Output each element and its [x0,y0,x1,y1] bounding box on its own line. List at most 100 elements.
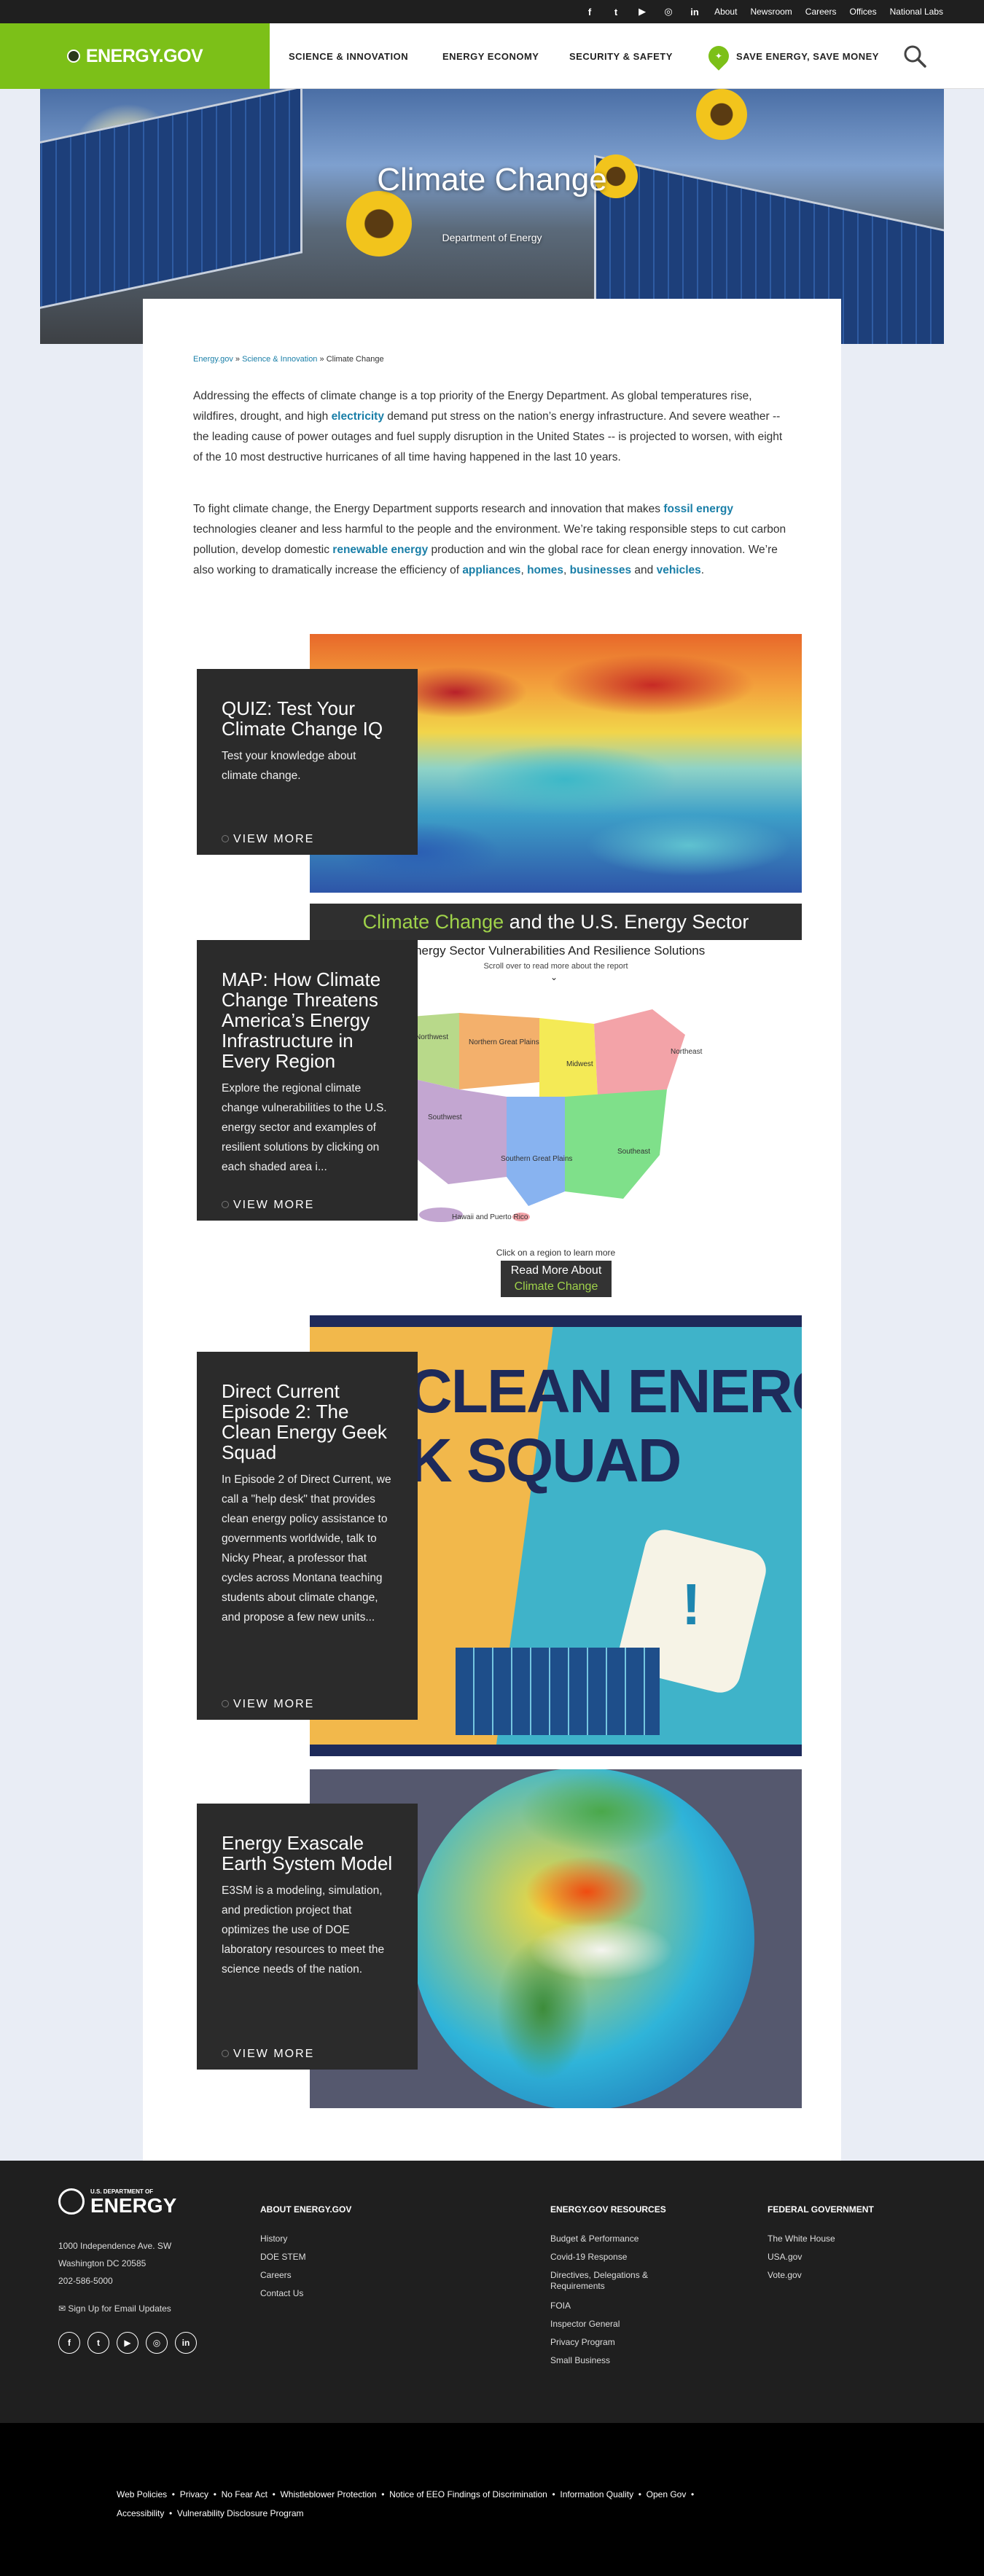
graphic-headline: K SQUAD [408,1426,682,1495]
intro-text: To fight climate change, the Energy Depa… [193,503,664,515]
nav-save-energy-label: SAVE ENERGY, SAVE MONEY [736,50,879,62]
utility-link-about[interactable]: About [714,7,737,17]
footer-link[interactable]: Covid-19 Response [550,2252,627,2262]
doe-seal-icon [58,2188,85,2215]
view-more-link[interactable]: VIEW MORE [222,2048,314,2061]
link-businesses[interactable]: businesses [570,564,631,576]
footer-linkedin-icon[interactable]: in [175,2332,197,2354]
utility-link-newsroom[interactable]: Newsroom [750,7,792,17]
legal-link[interactable]: Privacy [180,2489,208,2499]
nav-save-energy[interactable]: ✦ SAVE ENERGY, SAVE MONEY [704,23,879,89]
region-label: Southern Great Plains [501,1155,573,1163]
circle-icon [222,835,229,842]
breadcrumb-section[interactable]: Science & Innovation [242,355,317,364]
feature-title: Direct Current Episode 2: The Clean Ener… [222,1380,387,1463]
feature-title: QUIZ: Test Your Climate Change IQ [222,697,383,740]
footer-link[interactable]: Privacy Program [550,2337,615,2347]
instagram-icon[interactable]: ◎ [662,5,675,18]
feature-card-e3sm[interactable]: Energy Exascale Earth System Model E3SM … [197,1804,418,2070]
footer-heading: ABOUT ENERGY.GOV [260,2204,352,2215]
chevron-down-icon: ⌄ [550,972,558,982]
footer-heading: ENERGY.GOV RESOURCES [550,2204,666,2215]
intro-paragraph-1: Addressing the effects of climate change… [193,386,791,468]
footer-youtube-icon[interactable]: ▶ [117,2332,138,2354]
legal-link[interactable]: Web Policies [117,2489,167,2499]
footer-twitter-icon[interactable]: t [87,2332,109,2354]
footer-link[interactable]: USA.gov [768,2252,802,2262]
map-banner-text: and the U.S. Energy Sector [504,911,749,933]
view-more-link[interactable]: VIEW MORE [222,1698,314,1711]
search-icon[interactable] [902,44,927,68]
footer-link[interactable]: Requirements [550,2281,605,2291]
nav-security-safety[interactable]: SECURITY & SAFETY [569,23,673,89]
nav-energy-economy[interactable]: ENERGY ECONOMY [442,23,539,89]
legal-link[interactable]: Information Quality [560,2489,633,2499]
legal-link[interactable]: Accessibility [117,2508,164,2518]
region-southern-great-plains [507,1097,565,1206]
footer-logo-big: ENERGY [90,2194,177,2217]
footer-link[interactable]: History [260,2234,287,2244]
facebook-icon[interactable]: f [583,5,596,18]
footer-link[interactable]: Careers [260,2270,292,2280]
linkedin-icon[interactable]: in [688,5,701,18]
link-fossil-energy[interactable]: fossil energy [663,503,733,515]
view-more-link[interactable]: VIEW MORE [222,1199,314,1212]
footer-link[interactable]: The White House [768,2234,835,2244]
site-footer: U.S. DEPARTMENT OF ENERGY 1000 Independe… [0,2161,984,2423]
page-subtitle: Department of Energy [442,232,542,243]
utility-link-careers[interactable]: Careers [805,7,837,17]
footer-link[interactable]: Inspector General [550,2319,620,2329]
link-homes[interactable]: homes [527,564,563,576]
globe-graphic [412,1769,754,2108]
feature-title: MAP: How Climate Change Threatens Americ… [222,968,381,1072]
legal-link[interactable]: Whistleblower Protection [280,2489,376,2499]
sunflower-image [696,89,747,140]
nav-science-innovation[interactable]: SCIENCE & INNOVATION [289,23,408,89]
twitter-icon[interactable]: t [609,5,622,18]
site-logo[interactable]: ENERGY.GOV [0,23,270,89]
link-vehicles[interactable]: vehicles [657,564,701,576]
feature-card-map[interactable]: MAP: How Climate Change Threatens Americ… [197,940,418,1221]
footer-link[interactable]: Contact Us [260,2288,303,2298]
page-title: Climate Change [377,162,607,197]
footer-link[interactable]: Directives, Delegations & [550,2270,648,2280]
footer-phone: 202-586-5000 [58,2276,113,2286]
youtube-icon[interactable]: ▶ [636,5,649,18]
link-appliances[interactable]: appliances [462,564,520,576]
region-northwest [412,1013,459,1089]
legal-link[interactable]: Vulnerability Disclosure Program [177,2508,304,2518]
view-more-label: VIEW MORE [233,1199,315,1211]
legal-link[interactable]: Notice of EEO Findings of Discrimination [389,2489,547,2499]
footer-link[interactable]: Budget & Performance [550,2234,639,2244]
breadcrumb-home[interactable]: Energy.gov [193,355,233,364]
feature-title: Energy Exascale Earth System Model [222,1832,393,1874]
us-region-map[interactable] [412,1009,733,1235]
legal-link[interactable]: No Fear Act [222,2489,268,2499]
intro-text: . [700,564,705,576]
circle-icon [222,1700,229,1707]
breadcrumb-separator: » [235,355,241,364]
email-signup-link[interactable]: ✉ Sign Up for Email Updates [58,2303,171,2314]
view-more-link[interactable]: VIEW MORE [222,833,314,846]
link-renewable-energy[interactable]: renewable energy [332,544,428,556]
legal-link[interactable]: Open Gov [647,2489,687,2499]
logo-text: ENERGY.GOV [85,45,203,66]
button-line: Read More About [510,1264,602,1277]
view-more-label: VIEW MORE [233,2048,315,2060]
footer-link[interactable]: Vote.gov [768,2270,802,2280]
footer-facebook-icon[interactable]: f [58,2332,80,2354]
solar-grid-graphic [456,1648,660,1735]
utility-link-national-labs[interactable]: National Labs [890,7,943,17]
feature-card-direct-current[interactable]: Direct Current Episode 2: The Clean Ener… [197,1352,418,1720]
footer-link[interactable]: FOIA [550,2301,571,2311]
link-electricity[interactable]: electricity [332,410,384,423]
read-more-climate-button[interactable]: Read More About Climate Change [501,1261,612,1297]
utility-link-offices[interactable]: Offices [849,7,876,17]
region-label: Northern Great Plains [469,1038,539,1046]
footer-link[interactable]: Small Business [550,2355,610,2365]
exclamation-icon: ! [682,1572,701,1637]
footer-link[interactable]: DOE STEM [260,2252,306,2262]
footer-instagram-icon[interactable]: ◎ [146,2332,168,2354]
feature-card-quiz[interactable]: QUIZ: Test Your Climate Change IQ Test y… [197,669,418,855]
breadcrumb-current: Climate Change [326,355,384,364]
